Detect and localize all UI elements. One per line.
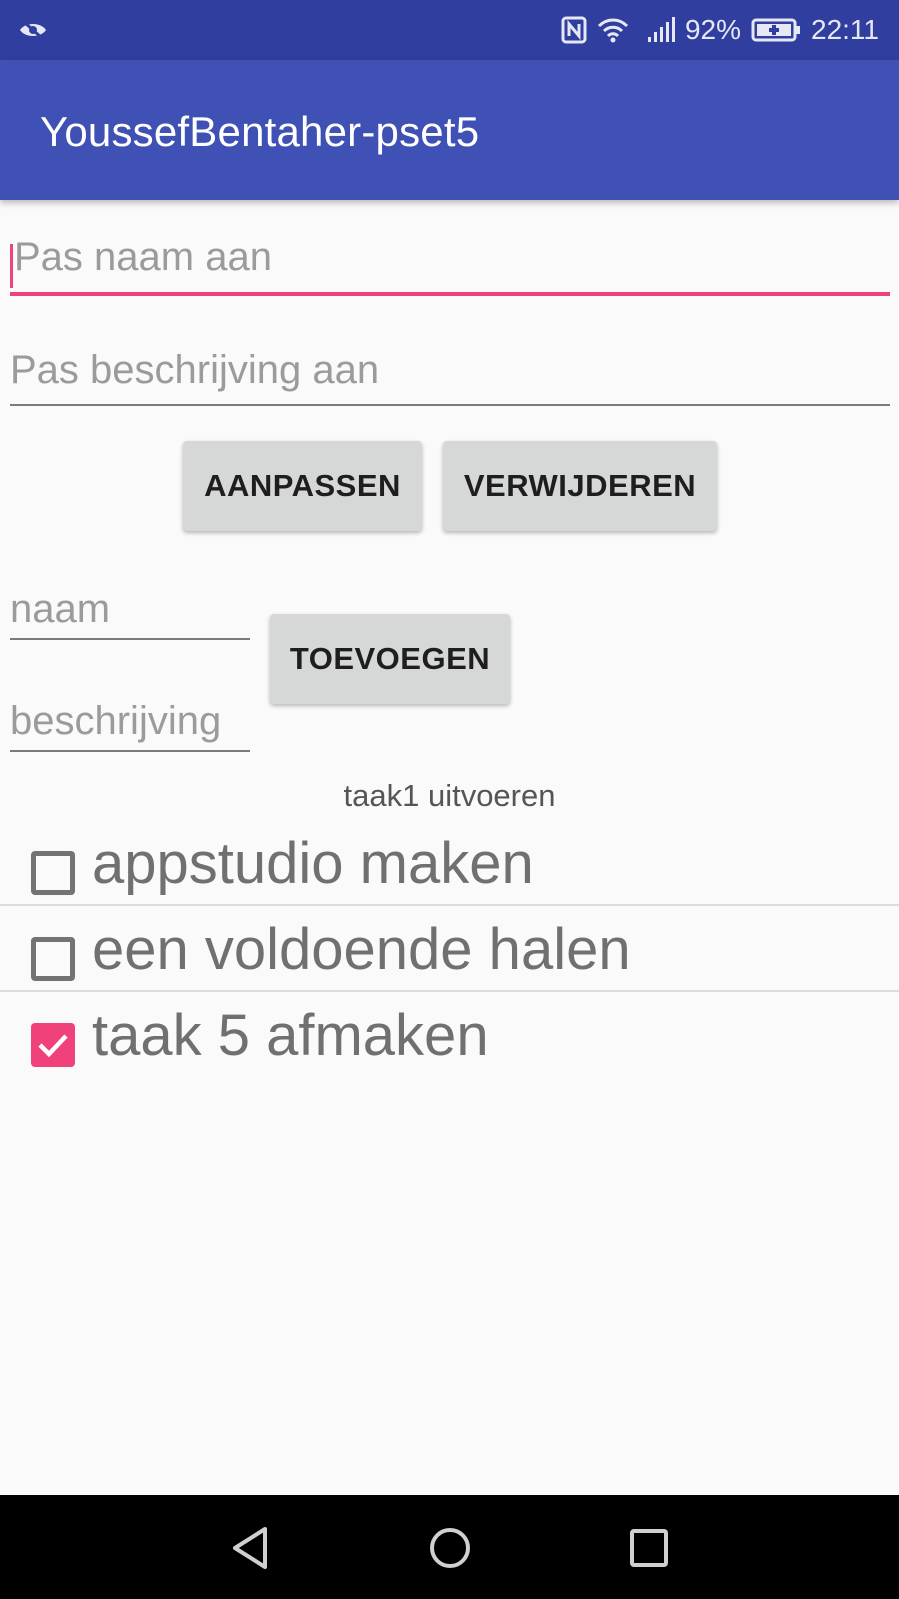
delete-button[interactable]: VERWIJDEREN [443,441,717,531]
task-label: een voldoende halen [92,917,631,982]
battery-charging-icon [751,17,801,43]
task-caption: taak1 uitvoeren [343,778,556,813]
status-right: 92% 22:11 [561,0,879,60]
nfc-icon [561,16,587,44]
add-name-input[interactable] [10,580,250,638]
edit-description-input[interactable] [10,336,890,404]
add-description-field[interactable] [10,692,250,752]
add-button[interactable]: TOEVOEGEN [270,614,510,704]
checkbox[interactable] [31,851,75,895]
task-label: appstudio maken [92,831,534,896]
signal-icon [647,17,675,43]
list-item[interactable]: taak 5 afmaken [0,992,899,1078]
navigation-bar [0,1495,899,1599]
add-description-input[interactable] [10,692,250,750]
wifi-icon [597,17,629,43]
checkbox-checked[interactable] [31,1023,75,1067]
task-list: appstudio maken een voldoende halen taak… [0,820,899,1078]
app-bar: YoussefBentaher-pset5 [0,60,899,200]
checkmark-icon [38,1034,68,1058]
battery-percent: 92% [684,14,741,45]
edit-name-field[interactable] [10,222,890,296]
add-name-field[interactable] [10,580,250,640]
status-bar: 92% 22:11 [0,0,899,60]
update-button[interactable]: AANPASSEN [183,441,422,531]
home-icon[interactable] [425,1523,475,1573]
edit-name-input[interactable] [10,222,890,292]
checkbox[interactable] [31,937,75,981]
task-label: taak 5 afmaken [92,1003,489,1068]
text-cursor [10,244,13,288]
list-item[interactable]: een voldoende halen [0,906,899,992]
edit-description-field[interactable] [10,336,890,406]
eye-off-icon [18,16,48,44]
back-icon[interactable] [225,1523,275,1573]
list-item[interactable]: appstudio maken [0,820,899,906]
app-title: YoussefBentaher-pset5 [40,108,480,155]
recents-icon[interactable] [624,1523,674,1573]
clock: 22:11 [811,14,879,45]
